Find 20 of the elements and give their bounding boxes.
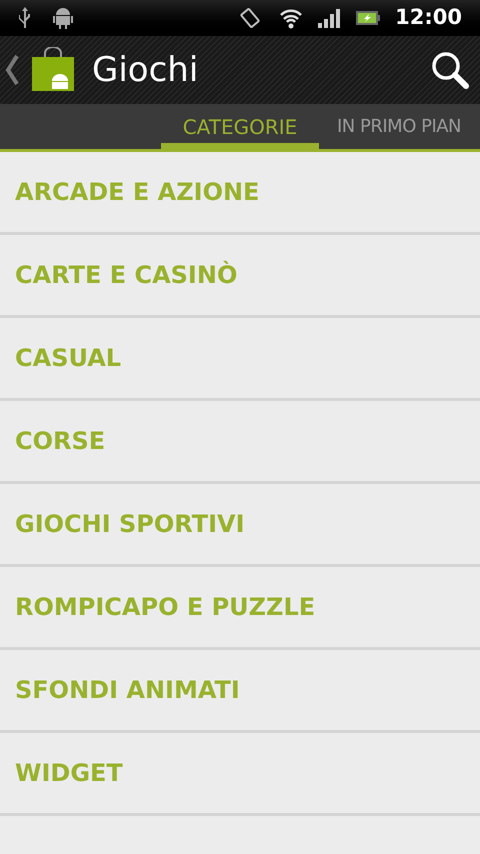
- category-item[interactable]: SFONDI ANIMATI: [0, 650, 480, 733]
- category-item[interactable]: ARCADE E AZIONE: [0, 152, 480, 235]
- screen-title: Giochi: [92, 48, 198, 92]
- category-item[interactable]: ROMPICAPO E PUZZLE: [0, 567, 480, 650]
- category-item[interactable]: GIOCHI SPORTIVI: [0, 484, 480, 567]
- tab[interactable]: IN PRIMO PIAN: [319, 104, 462, 149]
- category-item[interactable]: CORSE: [0, 401, 480, 484]
- search-icon[interactable]: [430, 50, 470, 90]
- category-item[interactable]: CASUAL: [0, 318, 480, 401]
- tab[interactable]: CATEGORIE: [161, 104, 319, 149]
- android-icon: [52, 6, 74, 30]
- back-icon[interactable]: [4, 54, 20, 86]
- clock-time: 12:00: [395, 4, 462, 32]
- category-item[interactable]: CARTE E CASINÒ: [0, 235, 480, 318]
- wifi-icon: [279, 7, 304, 29]
- shopping-bag-icon[interactable]: [30, 47, 76, 93]
- signal-icon: [317, 7, 342, 29]
- category-item[interactable]: WIDGET: [0, 733, 480, 816]
- usb-icon: [18, 6, 32, 30]
- battery-icon: [355, 9, 382, 27]
